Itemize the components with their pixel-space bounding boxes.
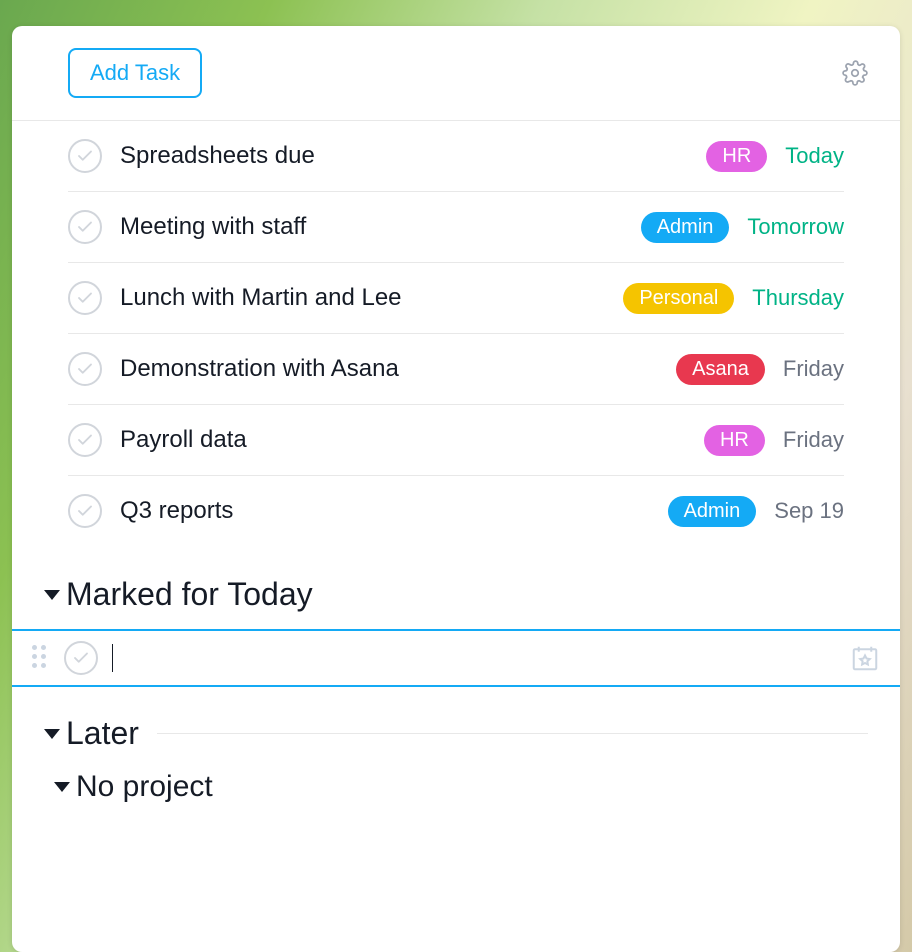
task-tag[interactable]: HR bbox=[706, 141, 767, 172]
sections-lower: Later No project bbox=[12, 687, 900, 804]
task-title: Lunch with Martin and Lee bbox=[120, 284, 605, 312]
section-title: Marked for Today bbox=[66, 576, 313, 613]
task-due-date: Friday bbox=[783, 356, 844, 382]
task-complete-checkbox[interactable] bbox=[68, 352, 102, 386]
add-task-button[interactable]: Add Task bbox=[68, 48, 202, 98]
section-header-no-project[interactable]: No project bbox=[44, 770, 868, 804]
new-task-row[interactable] bbox=[12, 629, 900, 687]
task-due-date: Friday bbox=[783, 427, 844, 453]
caret-down-icon bbox=[44, 729, 60, 739]
section-marked-for-today: Marked for Today bbox=[12, 546, 900, 687]
task-due-date: Sep 19 bbox=[774, 498, 844, 524]
task-title: Meeting with staff bbox=[120, 213, 623, 241]
section-header-marked-for-today[interactable]: Marked for Today bbox=[44, 576, 868, 613]
task-row[interactable]: Payroll data HR Friday bbox=[68, 405, 844, 476]
task-row[interactable]: Meeting with staff Admin Tomorrow bbox=[68, 192, 844, 263]
calendar-star-icon[interactable] bbox=[850, 643, 880, 673]
task-row[interactable]: Spreadsheets due HR Today bbox=[68, 121, 844, 192]
task-due-date: Today bbox=[785, 143, 844, 169]
task-complete-checkbox[interactable] bbox=[64, 641, 98, 675]
task-tag[interactable]: Personal bbox=[623, 283, 734, 314]
task-complete-checkbox[interactable] bbox=[68, 210, 102, 244]
new-task-input[interactable] bbox=[127, 641, 836, 675]
task-complete-checkbox[interactable] bbox=[68, 281, 102, 315]
task-complete-checkbox[interactable] bbox=[68, 494, 102, 528]
task-panel: Add Task Spreadsheets due HR Today Meeting … bbox=[12, 26, 900, 952]
task-complete-checkbox[interactable] bbox=[68, 423, 102, 457]
task-row[interactable]: Lunch with Martin and Lee Personal Thursda… bbox=[68, 263, 844, 334]
task-tag[interactable]: Admin bbox=[668, 496, 757, 527]
caret-down-icon bbox=[54, 782, 70, 792]
task-title: Demonstration with Asana bbox=[120, 355, 658, 383]
task-tag[interactable]: HR bbox=[704, 425, 765, 456]
task-complete-checkbox[interactable] bbox=[68, 139, 102, 173]
task-title: Q3 reports bbox=[120, 497, 650, 525]
task-title: Payroll data bbox=[120, 426, 686, 454]
section-header-later[interactable]: Later bbox=[44, 715, 868, 752]
task-due-date: Tomorrow bbox=[747, 214, 844, 240]
task-row[interactable]: Demonstration with Asana Asana Friday bbox=[68, 334, 844, 405]
section-title: Later bbox=[66, 715, 139, 752]
task-title: Spreadsheets due bbox=[120, 142, 688, 170]
settings-icon[interactable] bbox=[842, 60, 868, 86]
task-list: Spreadsheets due HR Today Meeting with staf… bbox=[12, 121, 900, 546]
task-row[interactable]: Q3 reports Admin Sep 19 bbox=[68, 476, 844, 546]
task-tag[interactable]: Admin bbox=[641, 212, 730, 243]
panel-header: Add Task bbox=[12, 26, 900, 121]
drag-handle-icon[interactable] bbox=[32, 645, 50, 671]
section-title: No project bbox=[76, 770, 213, 804]
text-cursor bbox=[112, 644, 113, 672]
task-due-date: Thursday bbox=[752, 285, 844, 311]
caret-down-icon bbox=[44, 590, 60, 600]
task-tag[interactable]: Asana bbox=[676, 354, 765, 385]
